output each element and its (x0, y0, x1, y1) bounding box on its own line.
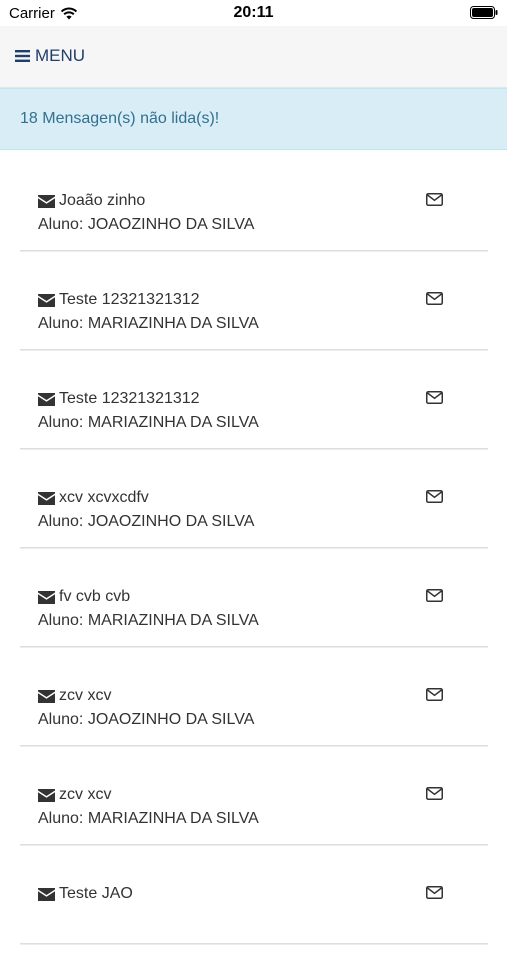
message-subject-text: Teste 12321321312 (59, 390, 200, 407)
message-subject: Joaão zinho (38, 192, 145, 210)
open-envelope-icon[interactable] (426, 688, 443, 701)
battery-icon (470, 6, 498, 24)
unread-alert: 18 Mensagen(s) não lida(s)! (0, 88, 507, 150)
message-subject: zcv xcv (38, 687, 111, 705)
message-subject: zcv xcv (38, 786, 111, 804)
hamburger-icon (15, 50, 30, 62)
message-subject-text: Joaão zinho (59, 192, 146, 209)
menu-button[interactable]: MENU (15, 44, 85, 68)
message-subject-text: Teste 12321321312 (59, 291, 200, 308)
message-subject-text: zcv xcv (59, 786, 112, 803)
message-subject: Teste 12321321312 (38, 390, 200, 408)
message-item[interactable]: zcv xcv Aluno: JOAOZINHO DA SILVA (20, 668, 488, 746)
status-bar: Carrier 20:11 (0, 0, 507, 26)
envelope-icon (38, 887, 55, 901)
top-navbar: MENU (0, 26, 507, 88)
open-envelope-icon[interactable] (426, 292, 443, 305)
message-item[interactable]: fv cvb cvb Aluno: MARIAZINHA DA SILVA (20, 569, 488, 647)
envelope-icon (38, 194, 55, 208)
message-student: Aluno: JOAOZINHO DA SILVA (38, 513, 255, 530)
envelope-icon (38, 293, 55, 307)
message-student: Aluno: JOAOZINHO DA SILVA (38, 711, 255, 728)
message-item[interactable]: zcv xcv Aluno: MARIAZINHA DA SILVA (20, 767, 488, 845)
message-subject: Teste 12321321312 (38, 291, 200, 309)
message-subject: fv cvb cvb (38, 588, 130, 606)
message-item[interactable]: Teste 12321321312 Aluno: MARIAZINHA DA S… (20, 272, 488, 350)
menu-label: MENU (35, 46, 86, 65)
message-student: Aluno: MARIAZINHA DA SILVA (38, 612, 259, 629)
open-envelope-icon[interactable] (426, 490, 443, 503)
open-envelope-icon[interactable] (426, 886, 443, 899)
message-list: Joaão zinho Aluno: JOAOZINHO DA SILVA Te… (20, 173, 488, 965)
envelope-icon (38, 491, 55, 505)
message-student: Aluno: MARIAZINHA DA SILVA (38, 315, 259, 332)
envelope-icon (38, 590, 55, 604)
message-student: Aluno: MARIAZINHA DA SILVA (38, 414, 259, 431)
open-envelope-icon[interactable] (426, 589, 443, 602)
open-envelope-icon[interactable] (426, 391, 443, 404)
message-subject-text: Teste JAO (59, 885, 133, 902)
envelope-icon (38, 788, 55, 802)
message-subject-text: xcv xcvxcdfv (59, 489, 149, 506)
open-envelope-icon[interactable] (426, 193, 443, 206)
message-item[interactable]: Teste JAO (20, 866, 488, 944)
message-student: Aluno: JOAOZINHO DA SILVA (38, 216, 255, 233)
message-subject: Teste JAO (38, 885, 133, 903)
message-subject: xcv xcvxcdfv (38, 489, 149, 507)
unread-alert-text: 18 Mensagen(s) não lida(s)! (20, 110, 220, 127)
message-item[interactable]: Teste 12321321312 Aluno: MARIAZINHA DA S… (20, 371, 488, 449)
message-subject-text: zcv xcv (59, 687, 112, 704)
envelope-icon (38, 392, 55, 406)
message-item[interactable]: Joaão zinho Aluno: JOAOZINHO DA SILVA (20, 173, 488, 251)
message-subject-text: fv cvb cvb (59, 588, 131, 605)
clock: 20:11 (233, 4, 274, 21)
message-item[interactable]: xcv xcvxcdfv Aluno: JOAOZINHO DA SILVA (20, 470, 488, 548)
envelope-icon (38, 689, 55, 703)
open-envelope-icon[interactable] (426, 787, 443, 800)
message-student: Aluno: MARIAZINHA DA SILVA (38, 810, 259, 827)
